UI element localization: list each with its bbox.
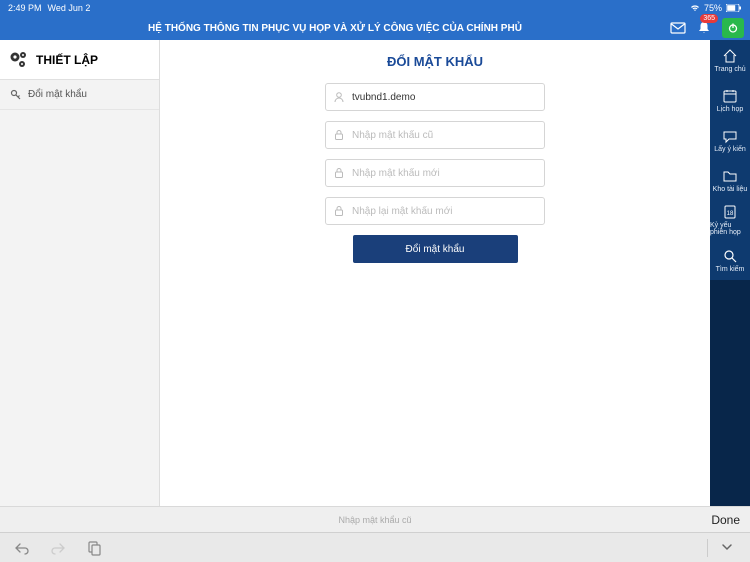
submit-button[interactable]: Đổi mật khẩu xyxy=(353,235,518,263)
sidebar-item-change-password[interactable]: Đổi mật khẩu xyxy=(0,80,159,110)
clipboard-icon[interactable] xyxy=(86,540,102,556)
status-time: 2:49 PM xyxy=(8,3,42,13)
search-icon xyxy=(722,248,738,264)
redo-icon[interactable] xyxy=(50,540,66,556)
confirm-password-field-wrapper xyxy=(325,197,545,225)
rail-label: Lịch họp xyxy=(717,106,743,113)
app-title: HỆ THỐNG THÔNG TIN PHỤC VỤ HỌP VÀ XỬ LÝ … xyxy=(0,23,670,34)
lock-icon xyxy=(326,129,352,141)
key-icon xyxy=(10,89,22,101)
wifi-icon xyxy=(690,4,700,12)
power-button[interactable] xyxy=(722,18,744,38)
folder-icon xyxy=(722,168,738,184)
rail-item-home[interactable]: Trang chủ xyxy=(710,40,750,80)
status-bar: 2:49 PM Wed Jun 2 75% xyxy=(0,0,750,16)
confirm-password-input[interactable] xyxy=(352,206,544,217)
rail-label: Tìm kiếm xyxy=(716,266,745,273)
user-icon xyxy=(326,91,352,103)
rail-item-search[interactable]: Tìm kiếm xyxy=(710,240,750,280)
left-sidebar: THIẾT LẬP Đổi mật khẩu xyxy=(0,40,160,506)
new-password-input[interactable] xyxy=(352,168,544,179)
bottom-toolbar xyxy=(0,532,750,562)
rail-item-minutes[interactable]: 18 Kỷ yếu phiên họp xyxy=(710,200,750,240)
main-content: ĐỔI MẬT KHẨU Đổi mật khẩu xyxy=(160,40,710,506)
rail-label: Kho tài liệu xyxy=(713,186,748,193)
battery-icon xyxy=(726,4,742,12)
bell-icon[interactable]: 365 xyxy=(696,20,712,36)
rail-item-calendar[interactable]: Lịch họp xyxy=(710,80,750,120)
rail-item-documents[interactable]: Kho tài liệu xyxy=(710,160,750,200)
hint-text: Nhập mật khẩu cũ xyxy=(0,515,750,525)
rail-label: Trang chủ xyxy=(714,66,745,73)
new-password-field-wrapper xyxy=(325,159,545,187)
lock-icon xyxy=(326,205,352,217)
rail-item-feedback[interactable]: Lấy ý kiến xyxy=(710,120,750,160)
sidebar-title: THIẾT LẬP xyxy=(36,53,98,67)
gears-icon xyxy=(8,49,30,71)
battery-percent: 75% xyxy=(704,3,722,13)
done-button[interactable]: Done xyxy=(711,513,740,527)
hint-bar: Nhập mật khẩu cũ Done xyxy=(0,506,750,532)
rail-label: Kỷ yếu phiên họp xyxy=(710,222,750,236)
username-field-wrapper xyxy=(325,83,545,111)
undo-icon[interactable] xyxy=(14,540,30,556)
home-icon xyxy=(722,48,738,64)
calendar-icon xyxy=(722,88,738,104)
mail-icon[interactable] xyxy=(670,20,686,36)
page-title: ĐỔI MẬT KHẨU xyxy=(387,54,483,69)
doc-icon: 18 xyxy=(722,204,738,220)
divider xyxy=(707,539,708,557)
rail-spacer xyxy=(710,280,750,506)
old-password-input[interactable] xyxy=(352,130,544,141)
old-password-field-wrapper xyxy=(325,121,545,149)
chat-icon xyxy=(722,128,738,144)
status-date: Wed Jun 2 xyxy=(48,3,91,13)
lock-icon xyxy=(326,167,352,179)
sidebar-item-label: Đổi mật khẩu xyxy=(28,89,87,100)
chevron-down-icon[interactable] xyxy=(720,540,736,556)
app-header: HỆ THỐNG THÔNG TIN PHỤC VỤ HỌP VÀ XỬ LÝ … xyxy=(0,16,750,40)
notification-badge: 365 xyxy=(700,14,718,23)
sidebar-title-row: THIẾT LẬP xyxy=(0,40,159,80)
rail-label: Lấy ý kiến xyxy=(714,146,746,153)
right-rail: Trang chủ Lịch họp Lấy ý kiến Kho tài li… xyxy=(710,40,750,506)
username-input[interactable] xyxy=(352,92,544,103)
svg-text:18: 18 xyxy=(727,211,734,217)
